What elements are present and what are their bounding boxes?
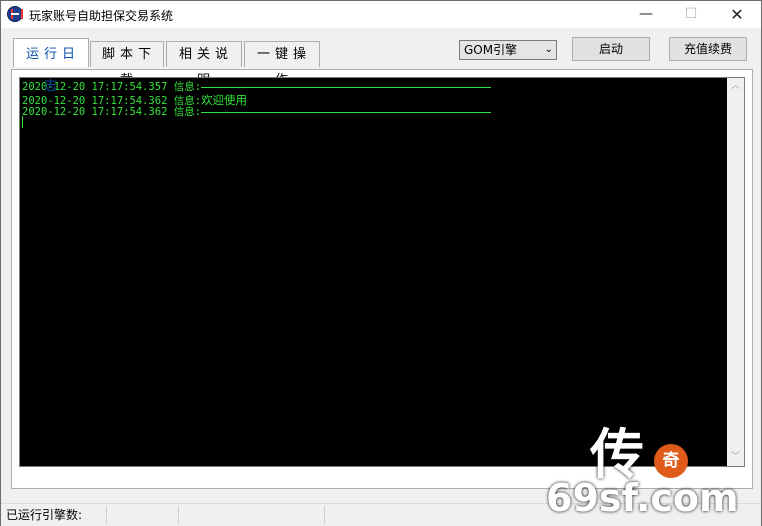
site-watermark: 传 奇 69sf.com bbox=[540, 410, 762, 526]
log-scrollbar[interactable]: ︿ ﹀ bbox=[727, 78, 744, 466]
window-title: 玩家账号自助担保交易系统 bbox=[29, 9, 174, 23]
minimize-icon[interactable]: — bbox=[623, 1, 669, 28]
watermark-seal: 奇 bbox=[654, 444, 688, 478]
engine-select-value: GOM引擎 bbox=[464, 43, 518, 57]
tab-one-click[interactable]: 一键操作 bbox=[244, 41, 320, 88]
tab-instructions[interactable]: 相关说明 bbox=[166, 41, 242, 88]
status-engine-count: 已运行引擎数: bbox=[1, 506, 107, 524]
tab-script-download[interactable]: 脚本下载 bbox=[90, 41, 164, 88]
log-time: 2020-12-20 17:17:54.362 bbox=[22, 106, 168, 118]
engine-select[interactable]: GOM引擎 ⌄ bbox=[459, 40, 557, 60]
tab-run-log[interactable]: 运行日志 bbox=[13, 38, 89, 94]
watermark-domain: 69sf.com bbox=[546, 476, 739, 520]
log-line: 2020-12-20 17:17:54.362 信息: bbox=[22, 104, 492, 119]
chevron-down-icon: ⌄ bbox=[544, 44, 553, 55]
log-separator bbox=[201, 86, 492, 88]
maximize-icon[interactable]: ☐ bbox=[668, 1, 714, 28]
log-prefix: 信息: bbox=[173, 106, 202, 118]
status-cell-empty bbox=[179, 506, 325, 524]
app-icon bbox=[7, 6, 23, 22]
scroll-up-icon[interactable]: ︿ bbox=[727, 78, 744, 95]
log-separator bbox=[201, 111, 492, 113]
close-icon[interactable]: ✕ bbox=[714, 1, 760, 28]
title-bar[interactable]: 玩家账号自助担保交易系统 — ☐ ✕ bbox=[1, 1, 761, 28]
log-output[interactable]: 2020-12-20 17:17:54.357 信息: 2020-12-20 1… bbox=[19, 77, 745, 467]
start-button[interactable]: 启动 bbox=[572, 37, 650, 61]
text-caret bbox=[22, 116, 23, 128]
recharge-button[interactable]: 充值续费 bbox=[669, 37, 747, 61]
status-cell-empty bbox=[107, 506, 179, 524]
